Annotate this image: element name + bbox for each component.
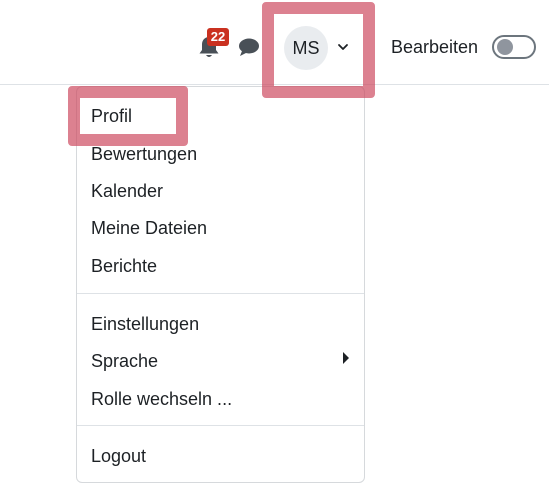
edit-mode-toggle[interactable]: [492, 35, 536, 59]
menu-item-grades[interactable]: Bewertungen: [91, 139, 351, 169]
user-menu-toggle[interactable]: MS: [274, 14, 363, 86]
menu-item-logout[interactable]: Logout: [91, 441, 351, 471]
menu-item-reports[interactable]: Berichte: [91, 251, 351, 281]
chevron-down-icon: [338, 44, 348, 50]
notification-count-badge: 22: [207, 28, 229, 46]
menu-item-my-files[interactable]: Meine Dateien: [91, 213, 351, 243]
caret-right-icon: [343, 352, 349, 364]
menu-item-profile[interactable]: Profil: [91, 101, 351, 131]
user-dropdown-menu: Profil Bewertungen Kalender Meine Dateie…: [76, 86, 365, 483]
edit-mode-label: Bearbeiten: [391, 37, 479, 57]
avatar: MS: [284, 26, 328, 70]
chat-bubble-icon[interactable]: [238, 36, 260, 58]
menu-item-switch-role[interactable]: Rolle wechseln ...: [91, 384, 351, 414]
menu-divider: [77, 293, 364, 294]
menu-divider: [77, 425, 364, 426]
menu-item-language[interactable]: Sprache: [91, 346, 351, 376]
menu-item-calendar[interactable]: Kalender: [91, 176, 351, 206]
menu-item-preferences[interactable]: Einstellungen: [91, 309, 351, 339]
toggle-knob: [497, 39, 513, 55]
